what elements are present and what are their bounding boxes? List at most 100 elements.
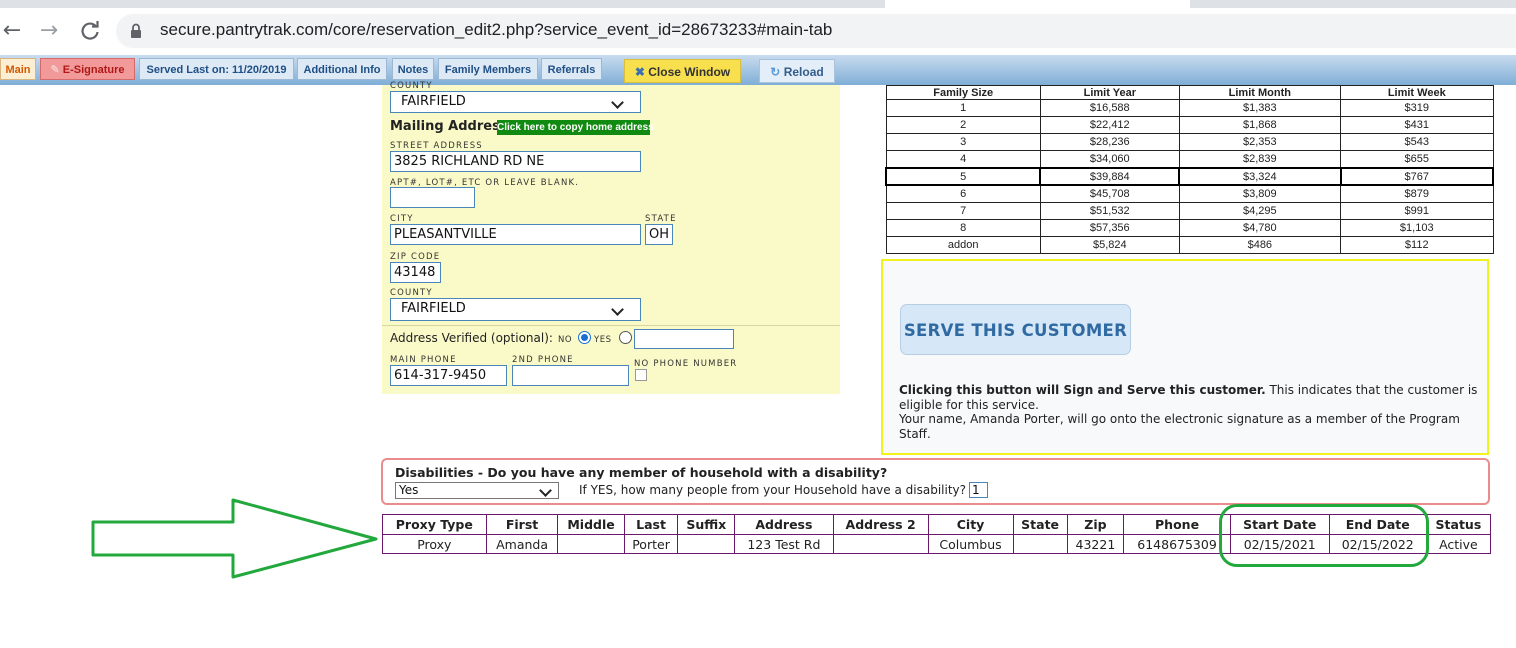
limits-cell: $5,824 [1039,236,1180,254]
disability-count-question: If YES, how many people from your Househ… [579,483,966,497]
no-phone-label: NO PHONE NUMBER [634,359,738,369]
serve-customer-button[interactable]: SERVE THIS CUSTOMER [900,304,1131,355]
tab-referrals[interactable]: Referrals [541,58,602,80]
limits-cell: $45,708 [1039,184,1180,203]
apt-input[interactable] [390,187,475,208]
tab-served-last[interactable]: Served Last on: 11/20/2019 [139,58,294,80]
zip-code-input[interactable]: 43148 [390,262,441,283]
close-window-button[interactable]: ✖ Close Window [624,59,741,83]
verified-no-radio[interactable] [578,331,591,344]
limits-cell: $319 [1340,99,1494,117]
back-icon[interactable]: ← [0,20,24,44]
limits-cell: $431 [1340,116,1494,134]
proxy-cell [677,534,736,554]
zip-code-label: ZIP CODE [390,252,441,262]
verified-yes-label: YES [594,335,612,345]
limits-cell: $1,103 [1340,219,1494,237]
street-address-input[interactable]: 3825 RICHLAND RD NE [390,151,641,172]
county-top-select[interactable]: FAIRFIELD [390,91,641,113]
url-text: secure.pantrytrak.com/core/reservation_e… [160,20,833,39]
tab-additional-info[interactable]: Additional Info [297,58,387,80]
limits-header-month: Limit Month [1178,85,1342,100]
city-input[interactable]: PLEASANTVILLE [390,224,641,245]
verified-yes-radio[interactable] [619,331,632,344]
proxy-header-cell: First [485,514,559,535]
proxy-header-cell: Zip [1066,514,1125,535]
url-input[interactable]: secure.pantrytrak.com/core/reservation_e… [116,14,1516,48]
forward-icon[interactable]: → [37,20,61,44]
browser-address-bar: ← → secure.pantrytrak.com/core/reservati… [0,8,1516,55]
limits-cell: $57,356 [1039,219,1180,237]
browser-tab[interactable] [1190,0,1516,8]
limits-cell: $112 [1340,236,1494,254]
limits-header-week: Limit Week [1340,85,1494,100]
proxy-header-cell: Last [623,514,679,535]
browser-tab[interactable] [0,0,885,8]
serve-signature-note: Your name, Amanda Porter, will go onto t… [899,412,1460,441]
limits-cell: $486 [1178,236,1342,254]
proxy-header-cell: State [1012,514,1068,535]
proxy-header-cell: Suffix [677,514,736,535]
proxy-cell: Porter [623,534,679,554]
limits-cell: $1,383 [1178,99,1342,117]
browser-tab-strip [0,0,1516,8]
reload-button[interactable]: ↻ Reload [759,59,835,83]
limits-cell: $16,588 [1039,99,1180,117]
chevron-down-icon [611,303,624,316]
no-phone-checkbox[interactable] [635,369,647,381]
proxy-header-cell: Address [734,514,834,535]
county-label: COUNTY [390,288,433,298]
proxy-cell [557,534,625,554]
disabilities-panel: Disabilities - Do you have any member of… [381,458,1490,505]
state-input[interactable]: OH [645,224,673,245]
mailing-address-title: Mailing Address [390,119,508,134]
limits-cell: $51,532 [1039,202,1180,220]
proxy-cell: Amanda [485,534,559,554]
tab-family-members[interactable]: Family Members [438,58,538,80]
limits-row: 8 $57,356 $4,780 $1,103 [885,219,1494,237]
limits-cell: $991 [1340,202,1494,220]
proxy-header-cell: Phone [1123,514,1231,535]
disability-count-input[interactable]: 1 [969,482,988,498]
limits-row: addon $5,824 $486 $112 [885,236,1494,254]
county-select[interactable]: FAIRFIELD [390,298,641,321]
limits-cell: 5 [884,167,1042,186]
lock-icon [130,23,142,39]
disabilities-question: Disabilities - Do you have any member of… [395,465,888,480]
tab-notes[interactable]: Notes [392,58,434,80]
proxy-cell: Active [1425,534,1492,554]
tab-esignature[interactable]: ✎ E-Signature [40,58,135,80]
chevron-down-icon [611,96,624,109]
limits-cell: $22,412 [1039,116,1180,134]
proxy-cell: Columbus [927,534,1014,554]
county-top-value: FAIRFIELD [401,94,466,109]
address-verified-label: Address Verified (optional): [390,331,553,345]
proxy-cell: 6148675309 [1123,534,1231,554]
proxy-header-cell: Proxy Type [382,514,487,535]
main-phone-input[interactable]: 614-317-9450 [390,365,507,386]
limits-row: 6 $45,708 $3,809 $879 [885,184,1494,203]
limits-cell: 3 [885,133,1041,151]
limits-cell: addon [885,236,1041,254]
city-label: CITY [390,214,414,224]
copy-home-address-button[interactable]: Click here to copy home address [497,120,654,135]
second-phone-input[interactable] [512,365,629,386]
tab-main[interactable]: Main [0,58,36,80]
refresh-icon: ↻ [770,65,781,79]
pencil-icon: ✎ [50,64,60,76]
limits-cell: 4 [885,150,1041,169]
limits-cell: $39,884 [1039,167,1181,186]
limits-cell: 7 [885,202,1041,220]
close-window-label: Close Window [648,65,731,79]
limits-cell: $3,324 [1178,167,1342,186]
verified-details-input[interactable] [634,329,734,349]
second-phone-label: 2ND PHONE [512,355,574,365]
income-limits-table: Family Size Limit Year Limit Month Limit… [884,85,1494,254]
serve-description-bold: Clicking this button will Sign and Serve… [899,383,1266,397]
limits-cell: 6 [885,184,1041,203]
reload-label: Reload [783,65,824,79]
limits-cell: $1,868 [1178,116,1342,134]
reload-icon[interactable] [78,20,102,44]
proxy-cell [832,534,929,554]
disabilities-select[interactable]: Yes [395,482,559,499]
